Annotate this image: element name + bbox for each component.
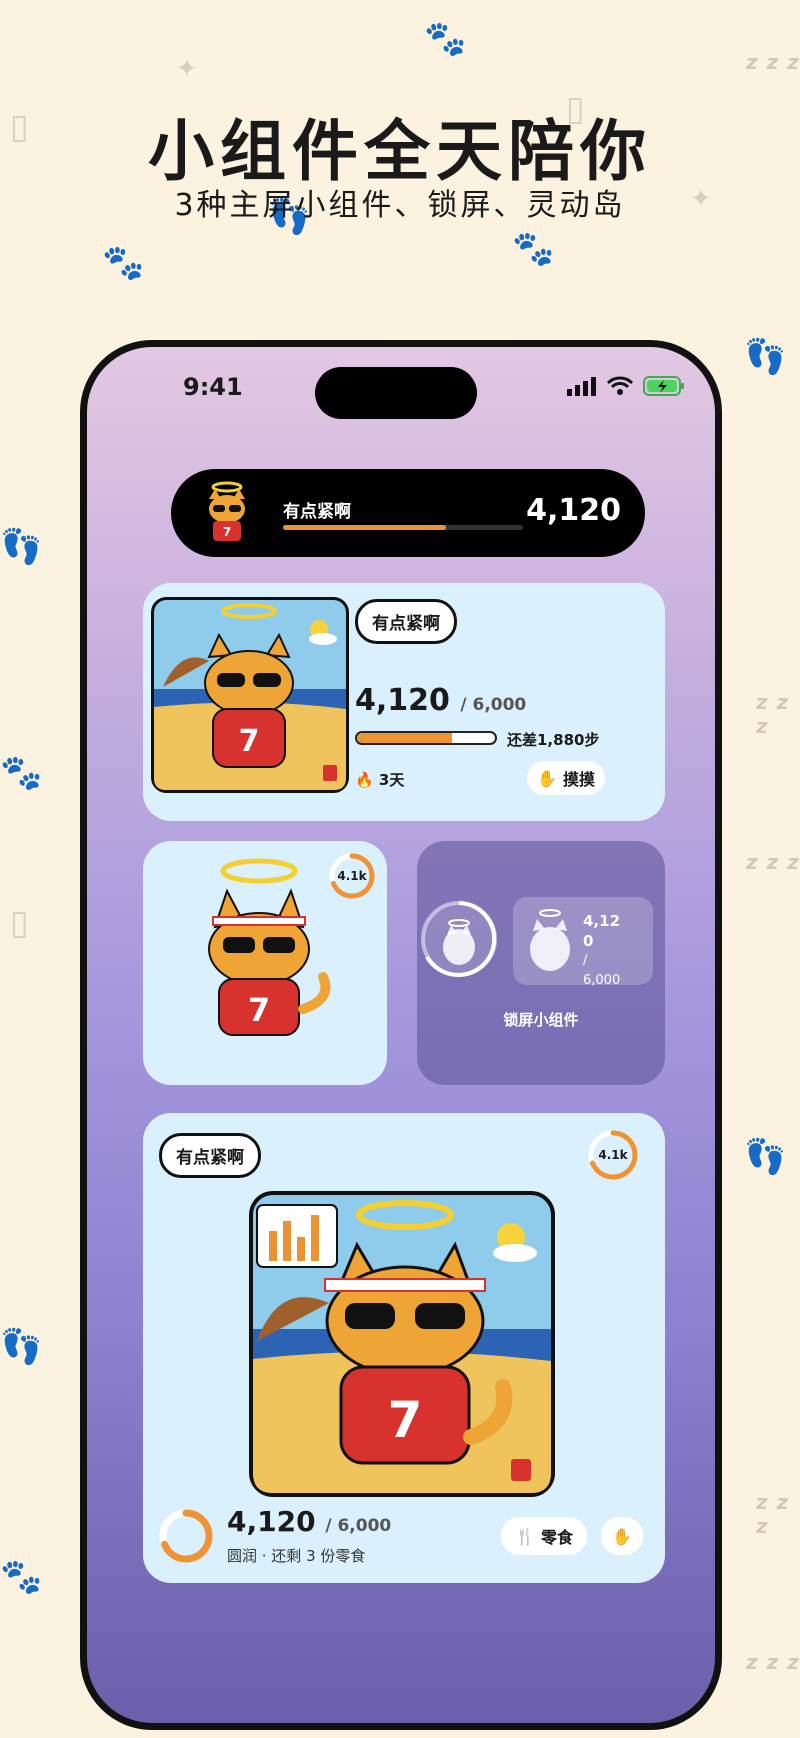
steps-progress-ring: 4.1k bbox=[585, 1127, 641, 1183]
phone-mockup: 9:41 7 有点紧啊 4,120 7 有点紧啊 4,120 / 6,000 还… bbox=[80, 340, 722, 1730]
battery-charging-icon bbox=[643, 376, 684, 396]
step-count: 4,120 / 6,000 bbox=[227, 1505, 392, 1538]
lock-widget-label: 锁屏小组件 bbox=[503, 1011, 579, 1029]
lock-circular-widget bbox=[421, 901, 497, 977]
mood-label: 有点紧啊 bbox=[355, 599, 457, 644]
remaining-steps: 还差1,880步 bbox=[507, 731, 600, 749]
lock-step-text: 4,12 0 / 6,000 bbox=[583, 912, 621, 988]
medium-widget[interactable]: 7 有点紧啊 4,120 / 6,000 还差1,880步 🔥 3天 ✋ 摸摸 bbox=[143, 583, 665, 821]
cat-illustration: 7 bbox=[208, 858, 331, 1036]
sleep-zzz-icon: z z z bbox=[746, 50, 800, 74]
sparkle-icon: ✦ bbox=[176, 54, 198, 84]
footprint-icon: 👣 bbox=[0, 527, 43, 567]
paw-print-icon: 🐾 bbox=[512, 229, 555, 269]
page-subheadline: 3种主屏小组件、锁屏、灵动岛 bbox=[174, 188, 626, 223]
cat-silhouette-icon bbox=[530, 909, 570, 971]
cat-beach-illustration: 7 bbox=[249, 1191, 555, 1497]
footprint-icon: 👣 bbox=[0, 1327, 43, 1367]
steps-progress-ring: 4.1k bbox=[327, 851, 377, 901]
dynamic-island-notch bbox=[315, 367, 477, 419]
status-time: 9:41 bbox=[183, 373, 243, 401]
svg-text:7: 7 bbox=[388, 1391, 423, 1449]
large-widget[interactable]: 有点紧啊 4.1k 7 4,120 / 6,000 圆润 · 还剩 3 份零食 … bbox=[143, 1113, 665, 1583]
step-count: 4,120 / 6,000 bbox=[355, 683, 527, 718]
pet-button[interactable]: ✋ bbox=[601, 1517, 643, 1555]
island-progress-bar bbox=[283, 525, 523, 530]
signal-icon bbox=[567, 377, 596, 396]
cat-avatar-icon: 7 bbox=[209, 481, 245, 541]
sleep-zzz-icon: z z z bbox=[756, 690, 790, 738]
snack-button[interactable]: 🍴 零食 bbox=[501, 1517, 587, 1555]
daily-progress-ring bbox=[157, 1507, 215, 1565]
fork-knife-icon: 🍴 bbox=[515, 1526, 535, 1546]
small-widget[interactable]: 7 4.1k bbox=[143, 841, 387, 1085]
paw-print-icon: 🐾 bbox=[424, 19, 467, 59]
pet-button[interactable]: ✋ 摸摸 bbox=[527, 761, 605, 795]
streak-badge: 🔥 3天 bbox=[355, 771, 405, 789]
lock-screen-widget[interactable]: 4,12 0 / 6,000 锁屏小组件 bbox=[417, 841, 665, 1085]
svg-text:7: 7 bbox=[248, 991, 270, 1029]
footprint-icon: 👣 bbox=[744, 1137, 787, 1177]
mood-label: 有点紧啊 bbox=[159, 1133, 261, 1178]
live-activity-island[interactable]: 7 有点紧啊 4,120 bbox=[171, 469, 645, 557]
hand-wave-icon: ✋ bbox=[537, 768, 557, 788]
sleep-zzz-icon: z z z bbox=[746, 850, 800, 874]
hand-wave-icon: ✋ bbox=[612, 1526, 632, 1546]
svg-text:7: 7 bbox=[239, 724, 260, 759]
snack-bag-icon: ▯ bbox=[10, 903, 29, 943]
svg-text:7: 7 bbox=[223, 525, 231, 539]
sleep-zzz-icon: z z z bbox=[746, 1650, 800, 1674]
island-status-text: 有点紧啊 bbox=[283, 502, 351, 522]
status-icons bbox=[567, 375, 685, 397]
step-progress-bar bbox=[355, 731, 497, 745]
island-step-count: 4,120 bbox=[526, 493, 621, 528]
flame-icon: 🔥 bbox=[355, 771, 374, 789]
footprint-icon: 👣 bbox=[744, 337, 787, 377]
cat-beach-illustration: 7 bbox=[151, 597, 349, 793]
wifi-icon bbox=[607, 376, 633, 395]
paw-print-icon: 🐾 bbox=[102, 243, 145, 283]
snack-status: 圆润 · 还剩 3 份零食 bbox=[227, 1547, 366, 1565]
paw-print-icon: 🐾 bbox=[0, 1557, 43, 1597]
paw-print-icon: 🐾 bbox=[0, 753, 43, 793]
sleep-zzz-icon: z z z bbox=[756, 1490, 790, 1538]
